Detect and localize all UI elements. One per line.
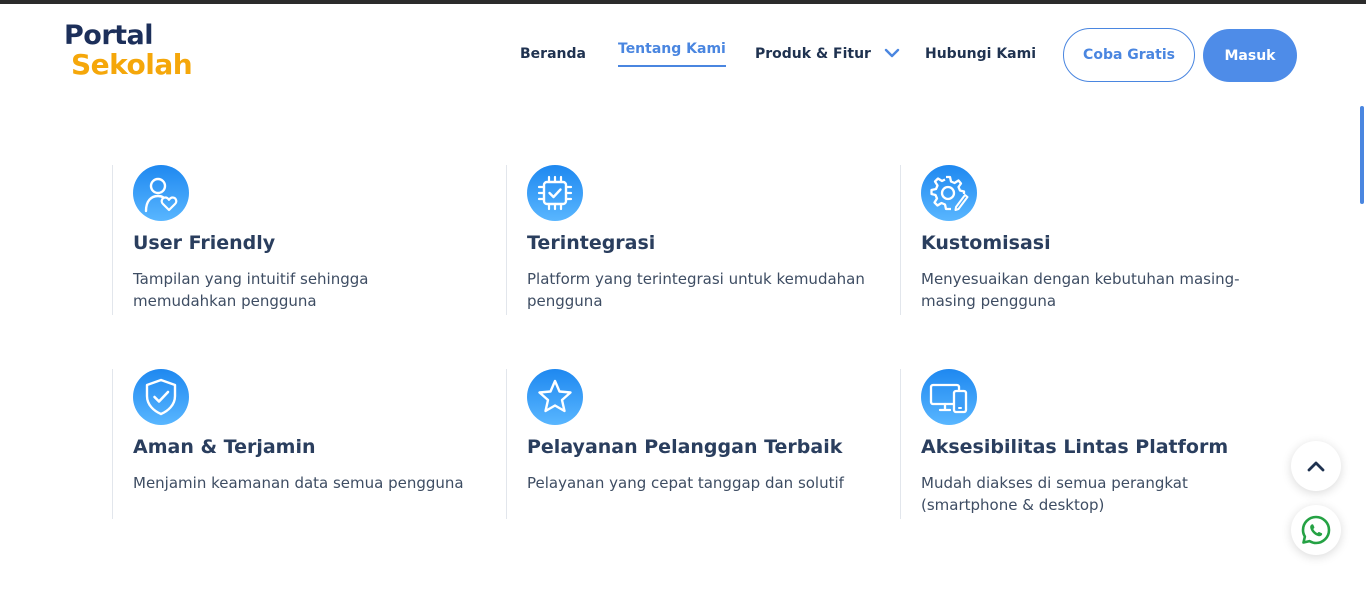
feature-description: Menjamin keamanan data semua pengguna [133, 474, 464, 492]
whatsapp-chat-button[interactable] [1291, 505, 1341, 555]
nav-item-hubungi-kami[interactable]: Hubungi Kami [925, 46, 1036, 62]
gear-pencil-icon [921, 165, 977, 221]
star-icon [527, 369, 583, 425]
feature-title: Pelayanan Pelanggan Terbaik [527, 436, 843, 458]
feature-card: Aman & Terjamin Menjamin keamanan data s… [112, 369, 472, 519]
nav-item-tentang-kami[interactable]: Tentang Kami [618, 41, 726, 67]
user-heart-icon [133, 165, 189, 221]
try-free-button[interactable]: Coba Gratis [1063, 28, 1195, 82]
feature-title: Kustomisasi [921, 232, 1051, 254]
scrollbar-thumb[interactable] [1360, 106, 1364, 204]
feature-description: Mudah diakses di semua perangkat (smartp… [921, 474, 1188, 514]
feature-title: Aman & Terjamin [133, 436, 316, 458]
feature-description: Menyesuaikan dengan kebutuhan masing-mas… [921, 270, 1240, 310]
scroll-to-top-button[interactable] [1291, 441, 1341, 491]
feature-title: Aksesibilitas Lintas Platform [921, 436, 1229, 458]
feature-description: Pelayanan yang cepat tanggap dan solutif [527, 474, 844, 492]
chevron-down-icon [884, 48, 900, 57]
feature-card: Aksesibilitas Lintas Platform Mudah diak… [900, 369, 1260, 519]
chevron-up-icon [1307, 461, 1325, 472]
feature-title: User Friendly [133, 232, 276, 254]
chip-check-icon [527, 165, 583, 221]
feature-card: Kustomisasi Menyesuaikan dengan kebutuha… [900, 165, 1260, 315]
feature-card: User Friendly Tampilan yang intuitif seh… [112, 165, 472, 315]
login-button[interactable]: Masuk [1203, 29, 1297, 82]
devices-icon [921, 369, 977, 425]
whatsapp-icon [1301, 515, 1331, 545]
feature-description: Tampilan yang intuitif sehingga memudahk… [133, 270, 369, 310]
nav-item-produk-fitur-label: Produk & Fitur [755, 46, 871, 62]
feature-title: Terintegrasi [527, 232, 656, 254]
nav-item-produk-fitur[interactable]: Produk & Fitur [755, 46, 900, 62]
shield-check-icon [133, 369, 189, 425]
main-nav: Beranda Tentang Kami Produk & Fitur Hubu… [0, 0, 1366, 100]
feature-card: Terintegrasi Platform yang terintegrasi … [506, 165, 866, 315]
feature-card: Pelayanan Pelanggan Terbaik Pelayanan ya… [506, 369, 866, 519]
feature-description: Platform yang terintegrasi untuk kemudah… [527, 270, 865, 310]
nav-item-beranda[interactable]: Beranda [520, 46, 586, 62]
